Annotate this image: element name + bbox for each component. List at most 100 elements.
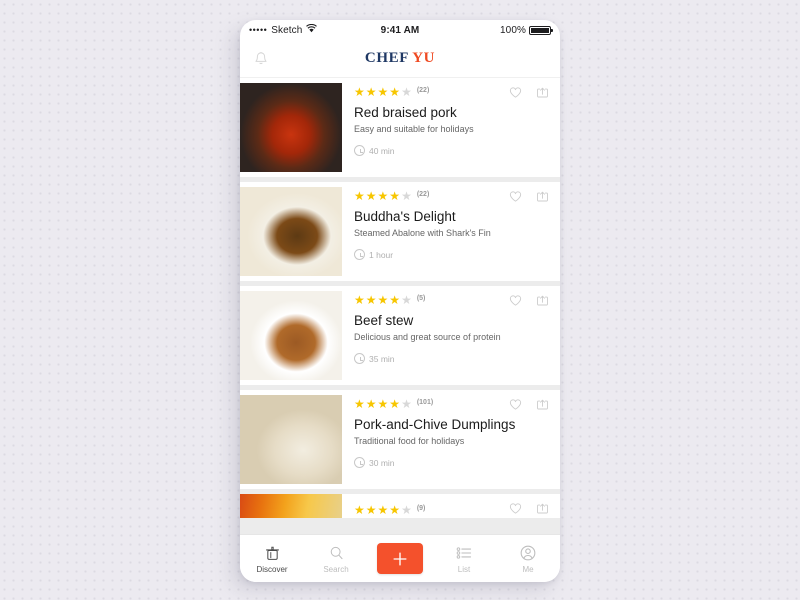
rating-count: (9)	[416, 504, 426, 512]
recipe-subtitle: Steamed Abalone with Shark's Fin	[354, 228, 491, 238]
recipe-thumbnail	[240, 494, 342, 518]
rating-star: ★	[377, 503, 389, 517]
heart-icon[interactable]	[508, 85, 523, 100]
rating-star: ★	[377, 85, 389, 99]
heart-icon[interactable]	[508, 293, 523, 308]
tab-list[interactable]: List	[432, 535, 496, 582]
heart-icon[interactable]	[508, 397, 523, 412]
rating-star: ★	[377, 293, 389, 307]
recipe-info: ★ ★ ★ ★ ★ (22) Red braised pork Easy and suitab…	[342, 78, 560, 177]
clock-label: 9:41 AM	[380, 24, 420, 36]
share-icon[interactable]	[535, 85, 550, 100]
recipe-time: 35 min	[354, 353, 550, 364]
recipe-time-label: 35 min	[369, 353, 395, 364]
recipe-list[interactable]: ★ ★ ★ ★ ★ (22) Red braised pork Easy and suitab…	[240, 78, 560, 534]
bell-icon[interactable]	[252, 50, 270, 68]
tab-search[interactable]: Search	[304, 535, 368, 582]
recipe-actions	[508, 85, 550, 100]
recipe-thumbnail	[240, 291, 342, 380]
recipe-subtitle: Traditional food for holidays	[354, 436, 465, 446]
recipe-time-label: 1 hour	[369, 249, 394, 260]
tab-me[interactable]: Me	[496, 535, 560, 582]
logo-text-yu: YU	[412, 50, 436, 66]
rating-star: ★	[365, 397, 377, 411]
tab-label-search: Search	[323, 565, 349, 574]
recipe-title: Buddha's Delight	[354, 209, 456, 224]
recipe-time: 1 hour	[354, 249, 550, 260]
battery-icon	[529, 25, 553, 35]
recipe-actions	[508, 501, 550, 516]
rating-star: ★	[365, 189, 377, 203]
recipe-card[interactable]: ★ ★ ★ ★ ★ (9)	[240, 494, 560, 518]
rating-star: ★	[354, 397, 365, 411]
clock-icon	[354, 353, 365, 364]
rating-star: ★	[389, 85, 401, 99]
clock-icon	[354, 145, 365, 156]
rating-star: ★	[389, 397, 401, 411]
rating-star: ★	[401, 293, 412, 307]
search-icon	[328, 543, 345, 562]
rating-star: ★	[389, 293, 401, 307]
share-icon[interactable]	[535, 293, 550, 308]
recipe-title: Beef stew	[354, 313, 414, 328]
recipe-info: ★ ★ ★ ★ ★ (22) Buddha's Delight Steamed Abalone…	[342, 182, 560, 281]
recipe-info: ★ ★ ★ ★ ★ (101) Pork-and-Chive Dumplings Tradit…	[342, 390, 560, 489]
clock-icon	[354, 457, 365, 468]
recipe-actions	[508, 397, 550, 412]
rating-count: (5)	[416, 294, 426, 302]
share-icon[interactable]	[535, 189, 550, 204]
recipe-card[interactable]: ★ ★ ★ ★ ★ (5) Beef stew Delicious and great sou…	[240, 286, 560, 385]
status-bar-left: ••••• Sketch	[249, 23, 381, 36]
share-icon[interactable]	[535, 397, 550, 412]
share-icon[interactable]	[535, 501, 550, 516]
status-bar: ••••• Sketch 9:41 AM 100%	[240, 20, 560, 40]
rating-star: ★	[377, 189, 389, 203]
tab-discover[interactable]: Discover	[240, 535, 304, 582]
recipe-card[interactable]: ★ ★ ★ ★ ★ (101) Pork-and-Chive Dumplings Tradit…	[240, 390, 560, 489]
person-icon	[519, 543, 537, 562]
recipe-card[interactable]: ★ ★ ★ ★ ★ (22) Red braised pork Easy and suitab…	[240, 78, 560, 177]
phone-frame: ••••• Sketch 9:41 AM 100% CHEF YU ★ ★ ★ …	[240, 20, 560, 582]
recipe-thumbnail	[240, 187, 342, 276]
logo-text-chef: CHEF	[364, 50, 409, 66]
cooking-pot-icon	[264, 543, 281, 562]
recipe-time-label: 30 min	[369, 457, 395, 468]
status-bar-right: 100%	[419, 24, 553, 36]
rating-star: ★	[401, 397, 412, 411]
rating-star: ★	[389, 503, 401, 517]
rating-star: ★	[354, 85, 365, 99]
rating-star: ★	[389, 189, 401, 203]
recipe-time-label: 40 min	[369, 145, 395, 156]
heart-icon[interactable]	[508, 189, 523, 204]
add-recipe-button[interactable]	[368, 543, 432, 574]
rating-count: (101)	[416, 398, 434, 406]
recipe-info: ★ ★ ★ ★ ★ (9)	[342, 494, 560, 518]
add-recipe-button-surface	[377, 543, 423, 574]
rating-count: (22)	[416, 190, 430, 198]
rating-star: ★	[401, 189, 412, 203]
list-icon	[455, 543, 474, 562]
rating-count: (22)	[416, 86, 430, 94]
app-logo: CHEF YU	[240, 50, 560, 67]
heart-icon[interactable]	[508, 501, 523, 516]
rating-star: ★	[354, 503, 365, 517]
tab-bar: Discover Search List Me	[240, 534, 560, 582]
battery-percent-label: 100%	[500, 24, 526, 36]
recipe-card[interactable]: ★ ★ ★ ★ ★ (22) Buddha's Delight Steamed Abalone…	[240, 182, 560, 281]
tab-label-me: Me	[522, 565, 534, 574]
rating-star: ★	[365, 293, 377, 307]
recipe-info: ★ ★ ★ ★ ★ (5) Beef stew Delicious and great sou…	[342, 286, 560, 385]
rating-star: ★	[365, 503, 377, 517]
recipe-actions	[508, 293, 550, 308]
plus-icon	[393, 551, 407, 566]
rating-star: ★	[365, 85, 377, 99]
rating-star: ★	[401, 503, 412, 517]
recipe-thumbnail	[240, 83, 342, 172]
recipe-title: Pork-and-Chive Dumplings	[354, 417, 516, 432]
recipe-time: 40 min	[354, 145, 550, 156]
recipe-subtitle: Delicious and great source of protein	[354, 332, 501, 342]
rating-star: ★	[354, 293, 365, 307]
rating-star: ★	[354, 189, 365, 203]
recipe-time: 30 min	[354, 457, 550, 468]
tab-label-discover: Discover	[256, 565, 288, 574]
